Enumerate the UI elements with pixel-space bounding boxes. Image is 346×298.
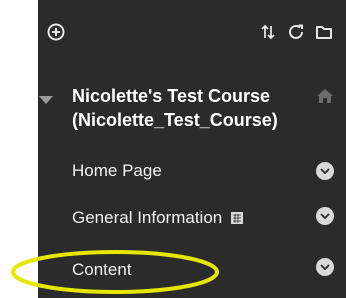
folder-view-icon[interactable] <box>312 20 336 44</box>
course-menu-toolbar <box>0 0 346 60</box>
chevron-down-icon[interactable] <box>316 162 334 180</box>
course-title[interactable]: Nicolette's Test Course (Nicolette_Test_… <box>72 84 312 132</box>
menu-item-content[interactable]: Content <box>72 259 132 281</box>
menu-item-label: General Information <box>72 208 223 227</box>
menu-item-home-page[interactable]: Home Page <box>72 160 162 182</box>
menu-item-label: Content <box>72 260 132 279</box>
add-menu-item-icon[interactable] <box>44 20 68 44</box>
reorder-icon[interactable] <box>256 20 280 44</box>
refresh-icon[interactable] <box>284 20 308 44</box>
menu-item-general-information[interactable]: General Information <box>72 207 243 229</box>
menu-item-label: Home Page <box>72 161 162 180</box>
course-id: (Nicolette_Test_Course) <box>72 110 278 130</box>
chevron-down-icon[interactable] <box>316 207 334 225</box>
home-icon[interactable] <box>316 88 334 109</box>
chevron-down-icon[interactable] <box>316 258 334 276</box>
collapse-caret-icon[interactable] <box>38 92 54 110</box>
calendar-icon <box>230 208 243 224</box>
course-name: Nicolette's Test Course <box>72 86 270 106</box>
